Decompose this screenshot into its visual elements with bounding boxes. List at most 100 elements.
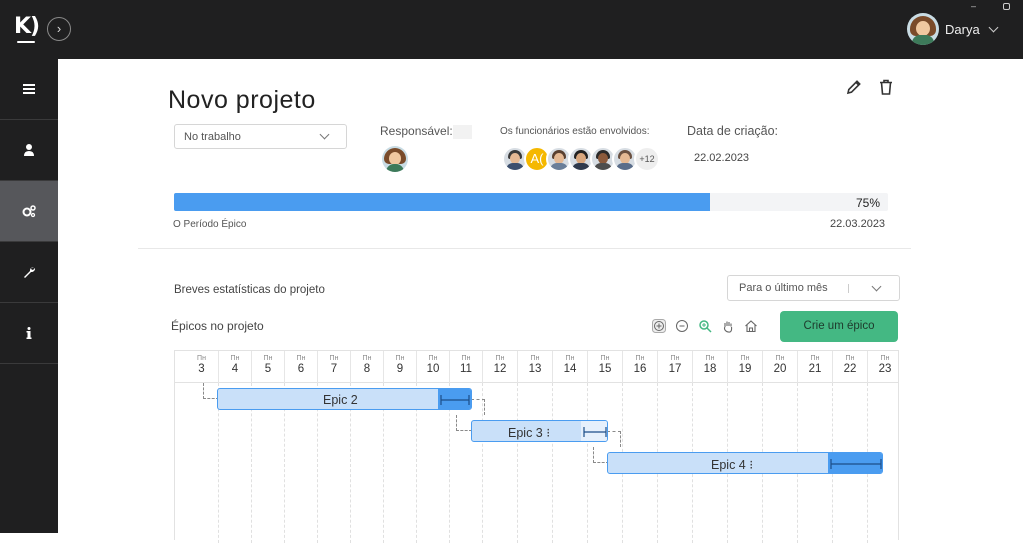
gears-icon — [22, 205, 36, 218]
gantt-day-9: Пн 9 — [383, 351, 416, 383]
wrench-icon — [24, 266, 36, 278]
gantt-weekday-label: Пн — [775, 355, 785, 362]
gantt-weekday-label: Пн — [530, 355, 540, 362]
sidebar-item-projects[interactable] — [0, 181, 58, 242]
logo-underline — [17, 41, 35, 43]
gantt-weekday-label: Пн — [845, 355, 855, 362]
employees-avatars[interactable]: A( +12 — [502, 146, 660, 172]
sidebar-item-list[interactable] — [0, 59, 58, 120]
gantt-grid-line — [587, 383, 588, 543]
epic-period-label: O Período Épico — [173, 219, 247, 230]
responsible-placeholder — [453, 125, 472, 139]
trash-icon[interactable] — [877, 78, 895, 96]
gantt-bar-epic-4[interactable]: Epic 4 ⁝ — [607, 452, 883, 474]
epics-gantt-chart[interactable]: Пн 3 Пн 4 Пн 5 Пн 6 Пн 7 Пн 8 Пн 9 Пн 10 Пн 11 Пн 12 Пн 13 Пн 1… — [174, 350, 899, 543]
select-cursor — [848, 284, 849, 293]
info-icon — [26, 327, 32, 339]
sidebar-item-settings[interactable] — [0, 242, 58, 303]
stats-period-select[interactable]: Para o último mês — [727, 275, 900, 301]
gantt-weekday-label: Пн — [565, 355, 575, 362]
gantt-timeline-header: Пн 3 Пн 4 Пн 5 Пн 6 Пн 7 Пн 8 Пн 9 Пн 10 Пн 11 Пн 12 Пн 13 Пн 1… — [175, 351, 898, 383]
gantt-day-number: 22 — [843, 363, 857, 375]
gantt-weekday-label: Пн — [670, 355, 680, 362]
dependency-link — [607, 431, 621, 447]
sidebar-item-info[interactable] — [0, 303, 58, 364]
chevron-down-icon — [319, 129, 330, 140]
user-name: Darya — [945, 21, 980, 37]
gantt-bar-label: Epic 4 ⁝ — [711, 458, 754, 472]
gantt-day-15: Пн 15 — [587, 351, 622, 383]
gantt-day-number: 3 — [198, 363, 205, 375]
zoom-fit-icon[interactable] — [698, 319, 712, 333]
gantt-grid-line — [517, 383, 518, 543]
epics-label: Épicos no projeto — [171, 319, 264, 333]
list-icon — [23, 84, 35, 94]
user-menu[interactable]: Darya — [907, 13, 999, 45]
responsible-label: Responsável: — [380, 124, 453, 138]
gantt-day-number: 20 — [773, 363, 787, 375]
gantt-day-number: 12 — [493, 363, 507, 375]
gantt-day-23: Пн 23 — [867, 351, 902, 383]
zoom-out-icon[interactable] — [675, 319, 689, 333]
dependency-link — [456, 415, 472, 431]
gantt-day-11: Пн 11 — [449, 351, 482, 383]
epic-progress-bar — [174, 193, 888, 211]
gantt-day-20: Пн 20 — [762, 351, 797, 383]
gantt-day-6: Пн 6 — [284, 351, 317, 383]
gantt-day-number: 17 — [668, 363, 682, 375]
edit-icon[interactable] — [845, 78, 863, 96]
gantt-day-8: Пн 8 — [350, 351, 383, 383]
gantt-bar-epic-2[interactable]: Epic 2 — [217, 388, 472, 410]
dependency-link — [471, 399, 485, 415]
app-logo: K) — [14, 14, 40, 39]
gantt-day-16: Пн 16 — [622, 351, 657, 383]
sidebar-item-users[interactable] — [0, 120, 58, 181]
duration-marker-icon — [830, 459, 882, 469]
zoom-in-icon[interactable] — [652, 319, 666, 333]
create-epic-button[interactable]: Crie um épico — [780, 311, 898, 342]
gantt-day-number: 7 — [330, 363, 338, 375]
user-avatar — [907, 13, 939, 45]
gantt-day-number: 13 — [528, 363, 542, 375]
status-select[interactable]: No trabalho — [174, 124, 347, 149]
gantt-day-number: 11 — [460, 363, 472, 375]
gantt-day-number: 9 — [396, 363, 404, 375]
gantt-day-number: 14 — [563, 363, 577, 375]
status-select-value: No trabalho — [184, 131, 241, 143]
page-title: Novo projeto — [168, 86, 316, 114]
employees-label: Os funcionários estão envolvidos: — [500, 126, 650, 137]
gantt-day-number: 5 — [264, 363, 272, 375]
gantt-day-number: 16 — [633, 363, 647, 375]
expand-sidebar-button[interactable]: › — [47, 17, 71, 41]
gantt-weekday-label: Пн — [495, 355, 505, 362]
home-icon[interactable] — [744, 319, 758, 333]
gantt-weekday-label: Пн — [362, 355, 372, 362]
responsible-avatar[interactable] — [382, 146, 408, 172]
gantt-weekday-label: Пн — [428, 355, 438, 362]
gantt-bar-label: Epic 2 — [323, 393, 358, 407]
epic-end-date: 22.03.2023 — [830, 218, 886, 230]
gantt-day-19: Пн 19 — [727, 351, 762, 383]
gantt-weekday-label: Пн — [263, 355, 273, 362]
gantt-weekday-label: Пн — [395, 355, 405, 362]
gantt-grid-line — [552, 383, 553, 543]
more-employees-badge[interactable]: +12 — [634, 146, 660, 172]
gantt-day-number: 8 — [363, 363, 371, 375]
gantt-weekday-label: Пн — [635, 355, 645, 362]
gantt-weekday-label: Пн — [296, 355, 306, 362]
window-minimize-button[interactable]: – — [971, 2, 979, 11]
gantt-day-17: Пн 17 — [657, 351, 692, 383]
gantt-weekday-label: Пн — [880, 355, 890, 362]
gantt-bar-epic-3[interactable]: Epic 3 ⁝ — [471, 420, 608, 442]
epic-progress-fill — [174, 193, 710, 211]
gantt-weekday-label: Пн — [197, 355, 206, 362]
creation-date-label: Data de criação: — [687, 124, 779, 138]
hand-icon[interactable] — [721, 319, 735, 333]
gantt-day-number: 19 — [738, 363, 752, 375]
top-bar: K) › – Darya — [0, 0, 1023, 59]
duration-marker-icon — [440, 395, 470, 405]
window-maximize-button[interactable] — [1003, 3, 1010, 10]
gantt-weekday-label: Пн — [230, 355, 240, 362]
gantt-day-21: Пн 21 — [797, 351, 832, 383]
gantt-day-number: 23 — [878, 363, 892, 375]
